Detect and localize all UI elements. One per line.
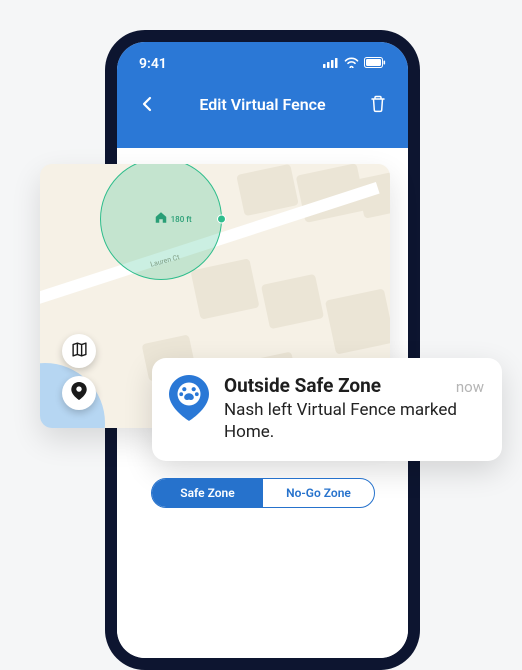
status-time: 9:41 bbox=[139, 56, 167, 72]
title-bar: Edit Virtual Fence bbox=[117, 72, 408, 114]
notification-app-icon bbox=[168, 374, 210, 422]
map-locate-button[interactable] bbox=[62, 376, 96, 410]
notification-time: now bbox=[456, 378, 484, 396]
segment-safe-zone[interactable]: Safe Zone bbox=[152, 479, 263, 507]
page-title: Edit Virtual Fence bbox=[199, 95, 325, 114]
notification-title: Outside Safe Zone bbox=[224, 374, 381, 397]
status-bar: 9:41 bbox=[117, 42, 408, 72]
delete-button[interactable] bbox=[368, 94, 388, 114]
zone-type-segmented: Safe Zone No-Go Zone bbox=[151, 478, 375, 508]
signal-icon bbox=[323, 56, 339, 72]
geofence-radius-label: 180 ft bbox=[171, 215, 192, 224]
status-icons bbox=[323, 56, 386, 72]
notification-message: Nash left Virtual Fence marked Home. bbox=[224, 399, 484, 443]
notification-card[interactable]: Outside Safe Zone now Nash left Virtual … bbox=[152, 358, 502, 461]
map-layers-button[interactable] bbox=[62, 334, 96, 368]
back-button[interactable] bbox=[137, 94, 157, 114]
pin-icon bbox=[71, 382, 87, 404]
map-icon bbox=[71, 341, 88, 362]
battery-icon bbox=[364, 56, 386, 72]
notification-body: Outside Safe Zone now Nash left Virtual … bbox=[224, 374, 484, 443]
wifi-icon bbox=[344, 56, 359, 72]
app-header: 9:41 Edit Virtual Fence bbox=[117, 42, 408, 148]
home-icon bbox=[154, 210, 168, 229]
segment-no-go-zone[interactable]: No-Go Zone bbox=[263, 479, 374, 507]
geofence-resize-handle[interactable] bbox=[217, 215, 226, 224]
